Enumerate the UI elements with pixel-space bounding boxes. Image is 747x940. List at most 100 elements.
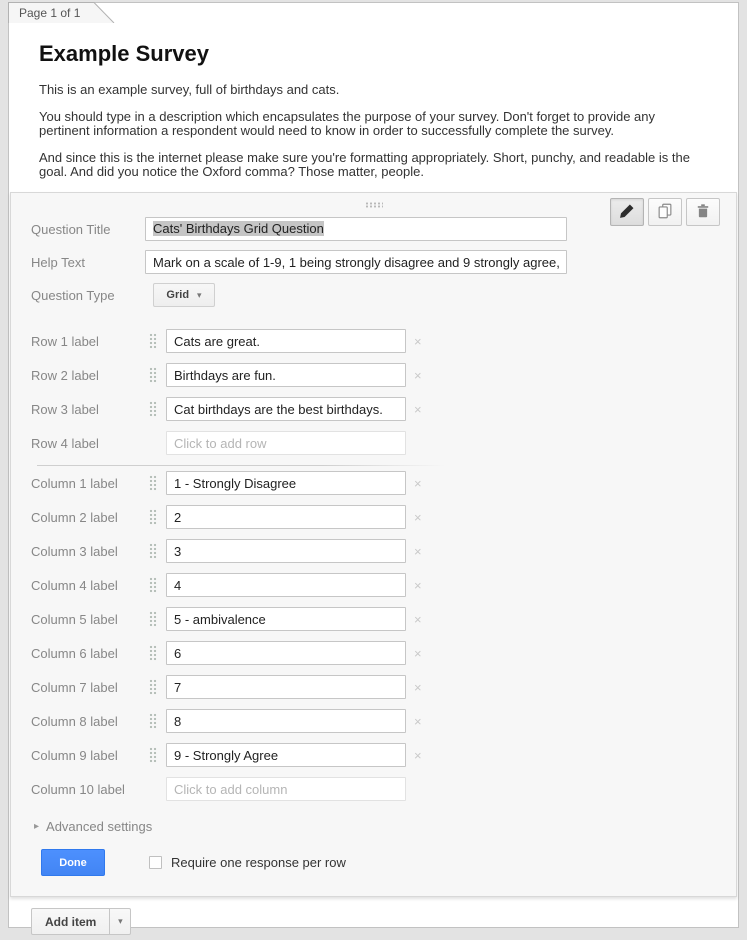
- column-label: Column 8 label: [31, 714, 145, 729]
- chevron-down-icon: ▾: [118, 916, 123, 927]
- edit-button[interactable]: [610, 198, 644, 226]
- remove-column-icon[interactable]: ×: [414, 477, 422, 490]
- require-response-checkbox[interactable]: [149, 856, 162, 869]
- column-drag-handle-icon[interactable]: [149, 577, 157, 593]
- survey-page: Page 1 of 1 Example Survey This is an ex…: [8, 2, 739, 928]
- question-type-row: Question Type Grid ▾: [31, 283, 736, 307]
- row-value-input[interactable]: [166, 329, 406, 353]
- column-drag-handle-icon[interactable]: [149, 543, 157, 559]
- column-value-input[interactable]: [166, 743, 406, 767]
- grid-column-editor: Column 8 label ×: [31, 709, 736, 733]
- column-drag-handle-icon[interactable]: [149, 713, 157, 729]
- column-drag-handle-icon[interactable]: [149, 611, 157, 627]
- column-value-input[interactable]: [166, 777, 406, 801]
- rows-columns-divider: [37, 465, 445, 466]
- remove-column-icon[interactable]: ×: [414, 579, 422, 592]
- row-drag-handle-icon[interactable]: [149, 367, 157, 383]
- grid-column-editor: Column 10 label ×: [31, 777, 736, 801]
- chevron-down-icon: ▾: [197, 290, 202, 301]
- survey-header: Example Survey This is an example survey…: [9, 3, 738, 179]
- grid-row-editor: Row 4 label ×: [31, 431, 736, 455]
- column-label: Column 10 label: [31, 782, 145, 797]
- column-value-input[interactable]: [166, 573, 406, 597]
- add-item-split-button: Add item ▾: [31, 908, 738, 935]
- column-value-input[interactable]: [166, 675, 406, 699]
- pencil-icon: [618, 202, 636, 223]
- row-label: Row 4 label: [31, 436, 145, 451]
- question-title-label: Question Title: [31, 222, 145, 237]
- grid-column-editor: Column 7 label ×: [31, 675, 736, 699]
- row-label: Row 3 label: [31, 402, 145, 417]
- survey-title: Example Survey: [39, 41, 693, 67]
- column-label: Column 5 label: [31, 612, 145, 627]
- column-label: Column 3 label: [31, 544, 145, 559]
- column-value-input[interactable]: [166, 539, 406, 563]
- duplicate-button[interactable]: [648, 198, 682, 226]
- row-label: Row 2 label: [31, 368, 145, 383]
- survey-description-line: This is an example survey, full of birth…: [39, 83, 693, 97]
- row-label: Row 1 label: [31, 334, 145, 349]
- column-value-input[interactable]: [166, 607, 406, 631]
- row-drag-handle-icon[interactable]: [149, 333, 157, 349]
- remove-row-icon[interactable]: ×: [414, 369, 422, 382]
- remove-column-icon[interactable]: ×: [414, 749, 422, 762]
- advanced-settings-toggle[interactable]: ▸ Advanced settings: [31, 817, 191, 835]
- question-type-select[interactable]: Grid ▾: [153, 283, 215, 307]
- row-value-input[interactable]: [166, 431, 406, 455]
- grid-column-editor: Column 1 label ×: [31, 471, 736, 495]
- help-text-row: Help Text: [31, 250, 736, 274]
- grid-rows-section: Row 1 label × Row 2 label × Row 3 label: [31, 329, 736, 455]
- page-tab-label: Page 1 of 1: [19, 6, 80, 20]
- column-label: Column 2 label: [31, 510, 145, 525]
- grid-column-editor: Column 9 label ×: [31, 743, 736, 767]
- remove-column-icon[interactable]: ×: [414, 545, 422, 558]
- column-value-input[interactable]: [166, 471, 406, 495]
- column-drag-handle-icon[interactable]: [149, 747, 157, 763]
- row-drag-handle-icon[interactable]: [149, 401, 157, 417]
- remove-column-icon[interactable]: ×: [414, 681, 422, 694]
- delete-button[interactable]: [686, 198, 720, 226]
- remove-row-icon[interactable]: ×: [414, 403, 422, 416]
- grid-columns-section: Column 1 label × Column 2 label × Column…: [31, 471, 736, 801]
- require-response-label: Require one response per row: [171, 855, 346, 870]
- column-label: Column 6 label: [31, 646, 145, 661]
- help-text-input[interactable]: [145, 250, 567, 274]
- add-item-button[interactable]: Add item: [31, 908, 110, 935]
- remove-column-icon[interactable]: ×: [414, 715, 422, 728]
- add-item-dropdown-button[interactable]: ▾: [110, 908, 131, 935]
- column-value-input[interactable]: [166, 641, 406, 665]
- duplicate-icon: [656, 202, 674, 223]
- grid-row-editor: Row 3 label ×: [31, 397, 736, 421]
- column-label: Column 1 label: [31, 476, 145, 491]
- advanced-settings-label: Advanced settings: [46, 819, 152, 834]
- help-text-label: Help Text: [31, 255, 145, 270]
- column-drag-handle-icon[interactable]: [149, 509, 157, 525]
- page-tab[interactable]: Page 1 of 1: [8, 2, 118, 23]
- column-drag-handle-icon[interactable]: [149, 475, 157, 491]
- disclosure-triangle-icon: ▸: [34, 821, 39, 832]
- grid-column-editor: Column 6 label ×: [31, 641, 736, 665]
- survey-description-line: You should type in a description which e…: [39, 110, 693, 138]
- grid-row-editor: Row 1 label ×: [31, 329, 736, 353]
- remove-column-icon[interactable]: ×: [414, 511, 422, 524]
- grid-column-editor: Column 5 label ×: [31, 607, 736, 631]
- remove-column-icon[interactable]: ×: [414, 613, 422, 626]
- trash-icon: [694, 202, 712, 223]
- column-drag-handle-icon[interactable]: [149, 645, 157, 661]
- question-title-input[interactable]: Cats' Birthdays Grid Question: [145, 217, 567, 241]
- remove-row-icon[interactable]: ×: [414, 335, 422, 348]
- grid-column-editor: Column 2 label ×: [31, 505, 736, 529]
- done-button[interactable]: Done: [41, 849, 105, 876]
- grid-column-editor: Column 4 label ×: [31, 573, 736, 597]
- column-value-input[interactable]: [166, 505, 406, 529]
- question-toolbar: [610, 198, 720, 226]
- grid-column-editor: Column 3 label ×: [31, 539, 736, 563]
- row-value-input[interactable]: [166, 363, 406, 387]
- row-value-input[interactable]: [166, 397, 406, 421]
- column-drag-handle-icon[interactable]: [149, 679, 157, 695]
- remove-column-icon[interactable]: ×: [414, 647, 422, 660]
- question-drag-handle-icon[interactable]: [365, 202, 383, 208]
- question-type-value: Grid: [166, 289, 189, 301]
- require-response-wrap: Require one response per row: [149, 855, 346, 870]
- column-value-input[interactable]: [166, 709, 406, 733]
